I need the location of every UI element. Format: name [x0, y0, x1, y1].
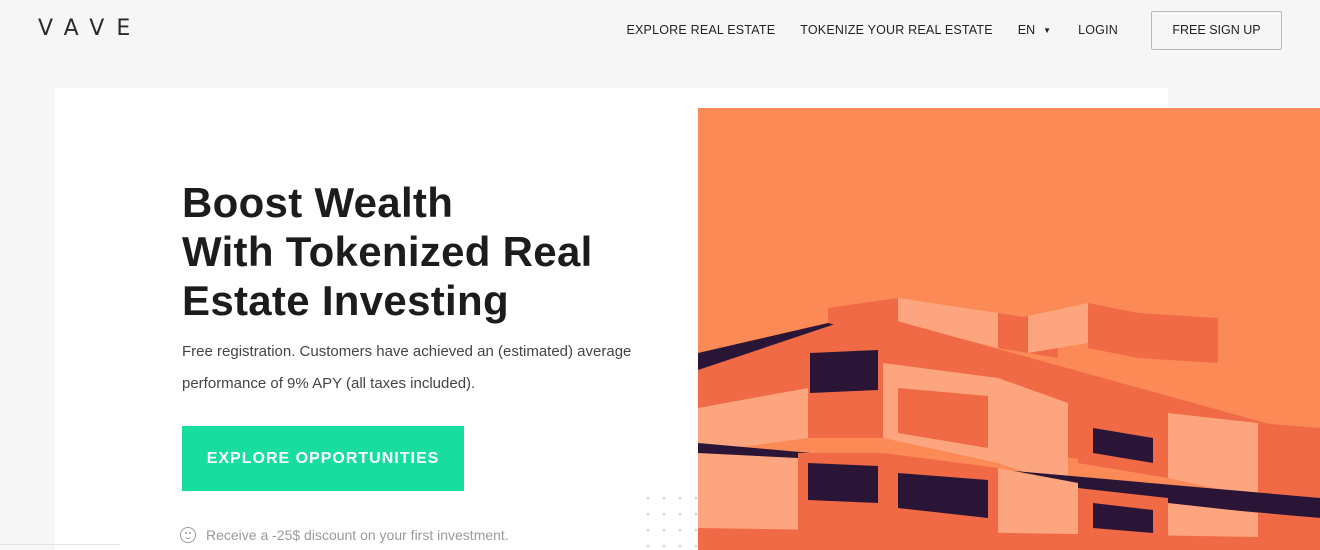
hero-title-line-1: Boost Wealth: [182, 179, 454, 226]
smile-icon: [180, 527, 196, 543]
login-link[interactable]: LOGIN: [1078, 23, 1118, 37]
discount-text: Receive a -25$ discount on your first in…: [206, 527, 509, 543]
language-label: EN: [1017, 23, 1036, 37]
hero-title-line-3: Estate Investing: [182, 277, 509, 324]
hero-subtitle-line-1: Free registration. Customers have achiev…: [182, 343, 632, 360]
building-illustration-svg: [698, 108, 1320, 550]
nav-tokenize-real-estate[interactable]: TOKENIZE YOUR REAL ESTATE: [800, 23, 993, 37]
logo-text: VAVE: [38, 16, 143, 41]
free-signup-button[interactable]: FREE SIGN UP: [1151, 10, 1282, 50]
nav-explore-real-estate[interactable]: EXPLORE REAL ESTATE: [626, 23, 775, 37]
discount-note: Receive a -25$ discount on your first in…: [180, 527, 509, 543]
bottom-edge-line: [0, 544, 120, 545]
nav-menu: EXPLORE REAL ESTATE TOKENIZE YOUR REAL E…: [626, 10, 1282, 50]
vave-logo[interactable]: VAVE: [38, 16, 143, 41]
top-navigation: VAVE EXPLORE REAL ESTATE TOKENIZE YOUR R…: [0, 0, 1320, 60]
building-illustration: [698, 108, 1320, 550]
caret-down-icon: ▼: [1043, 25, 1052, 35]
hero-subtitle: Free registration. Customers have achiev…: [182, 336, 682, 400]
hero-title: Boost Wealth With Tokenized Real Estate …: [182, 178, 662, 325]
language-selector[interactable]: EN ▼: [1018, 23, 1051, 37]
hero-title-line-2: With Tokenized Real: [182, 228, 593, 275]
hero-subtitle-line-2: performance of 9% APY (all taxes include…: [182, 375, 476, 392]
dot-pattern-decoration: [640, 490, 700, 550]
explore-opportunities-button[interactable]: EXPLORE OPPORTUNITIES: [182, 426, 464, 491]
